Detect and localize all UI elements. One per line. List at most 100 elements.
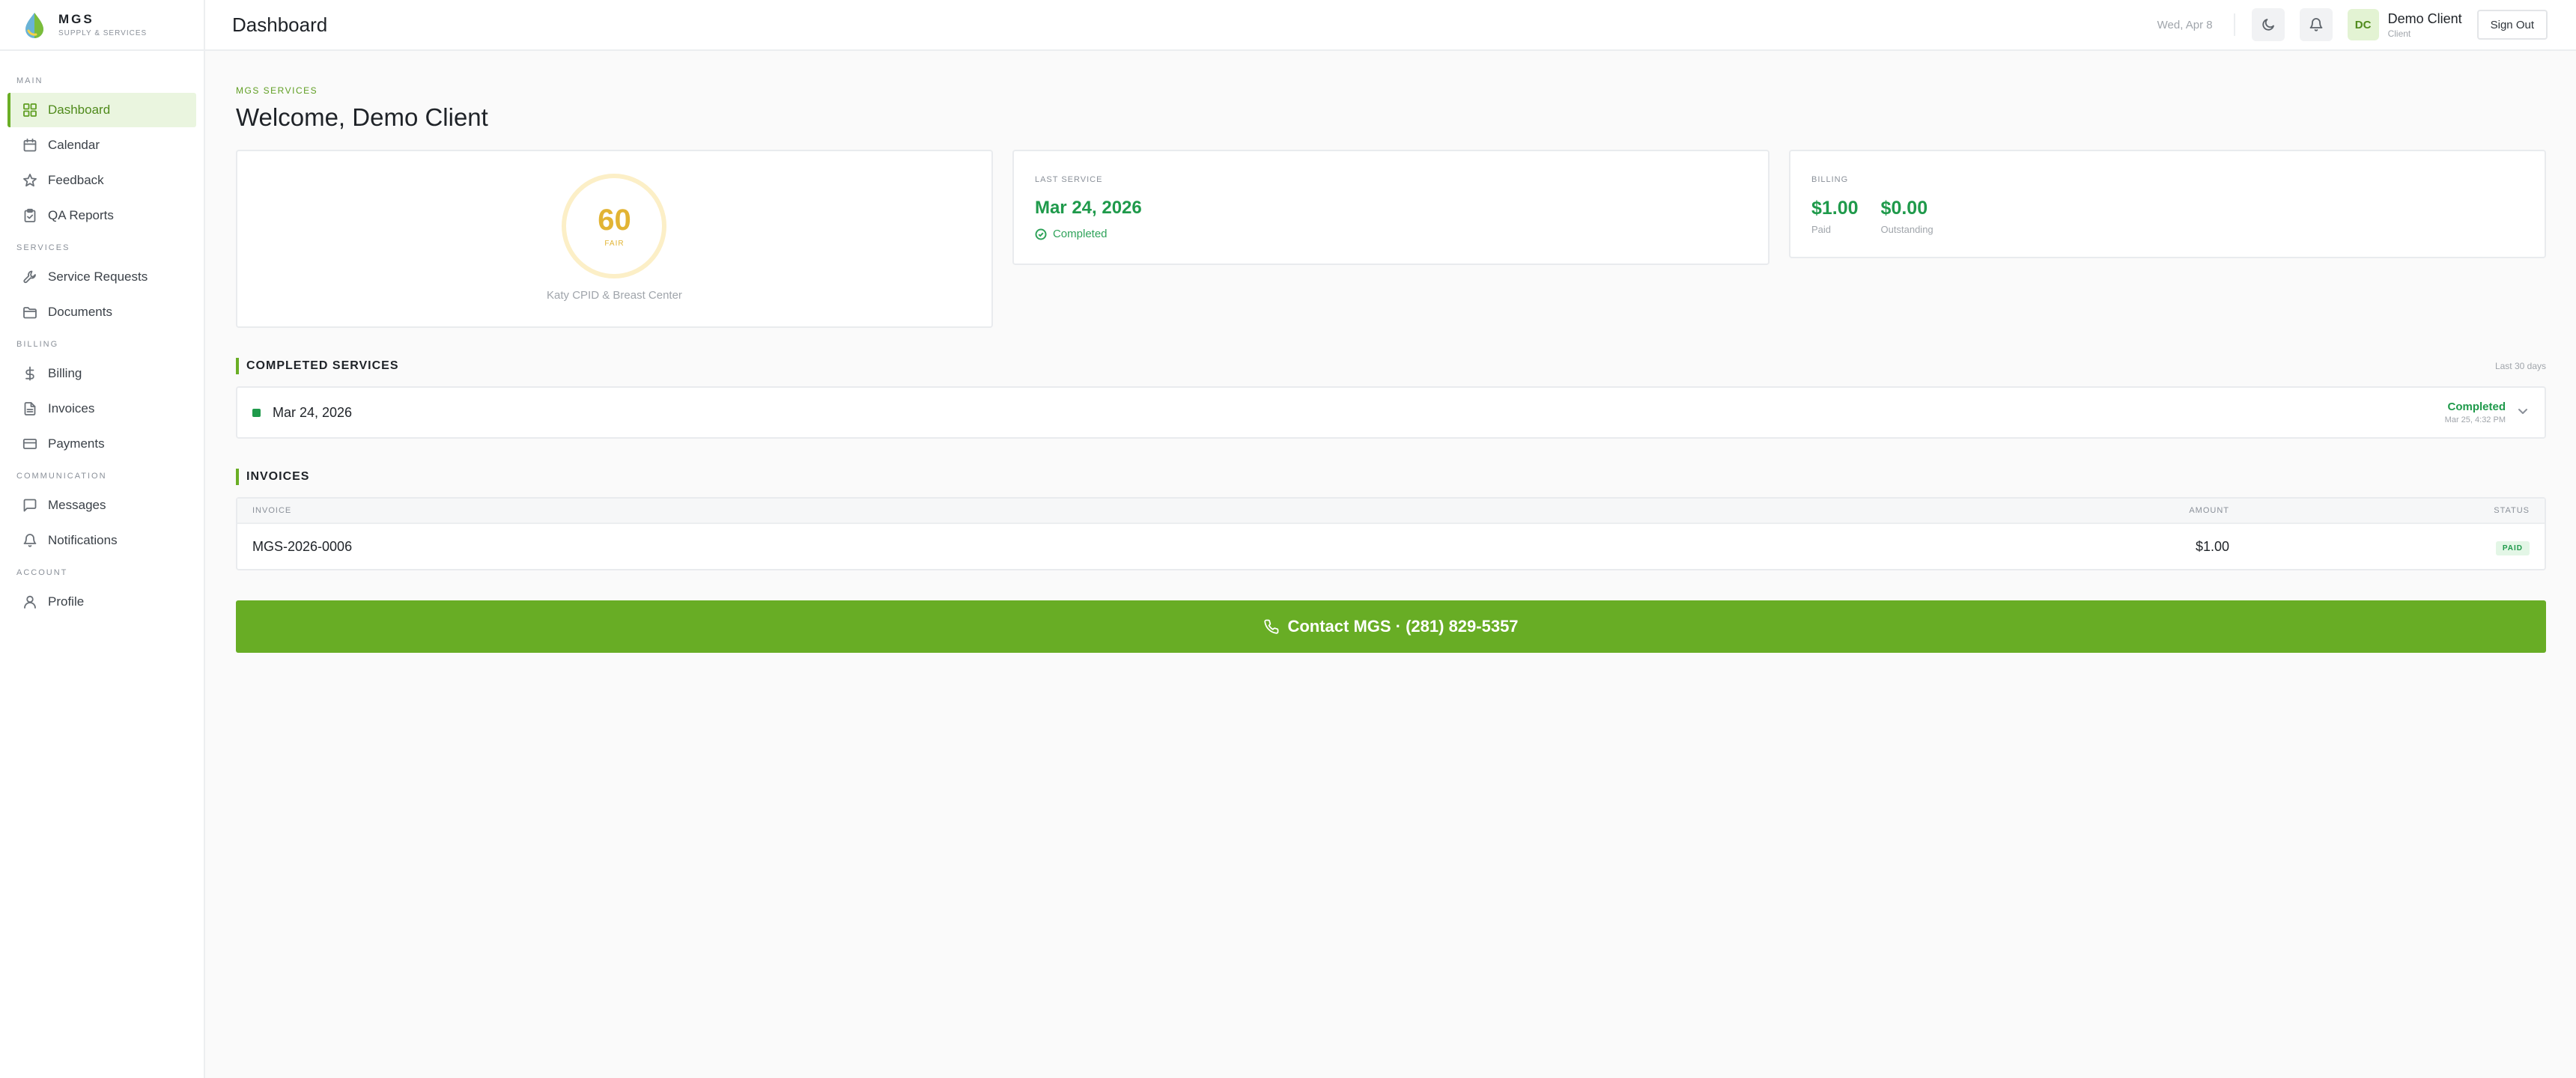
section-eyebrow: MGS SERVICES: [236, 85, 318, 96]
sidebar-item-messages[interactable]: Messages: [7, 488, 196, 523]
nav-section-title: SERVICES: [16, 243, 70, 252]
last-service-card[interactable]: LAST SERVICE Mar 24, 2026 Completed: [1012, 150, 1770, 265]
sign-out-button[interactable]: Sign Out: [2476, 10, 2548, 40]
sidebar-item-notifications[interactable]: Notifications: [7, 523, 196, 558]
last-service-status: Completed: [1035, 228, 1747, 240]
contact-button[interactable]: Contact MGS · (281) 829-5357: [236, 600, 2546, 653]
moon-icon: [2261, 19, 2274, 31]
section-accent-bar: [236, 358, 239, 374]
service-status-block: Completed Mar 25, 4:32 PM: [2445, 401, 2506, 424]
last-service-status-text: Completed: [1052, 228, 1108, 240]
bell-icon: [2309, 18, 2322, 31]
table-row[interactable]: MGS-2026-0006 $1.00 PAID: [237, 524, 2545, 569]
chevron-down-icon[interactable]: [2516, 404, 2530, 421]
section-title: COMPLETED SERVICES: [246, 359, 399, 372]
bell-icon: [22, 533, 37, 548]
brand[interactable]: MGS SUPPLY & SERVICES: [0, 0, 204, 51]
summary-cards: 60 FAIR Katy CPID & Breast Center LAST S…: [236, 150, 2546, 328]
sidebar-item-label: Calendar: [48, 138, 100, 152]
service-row[interactable]: Mar 24, 2026 Completed Mar 25, 4:32 PM: [236, 386, 2546, 439]
sidebar-item-billing[interactable]: Billing: [7, 356, 196, 391]
outstanding-amount: $0.00: [1880, 198, 1928, 219]
billing-values: $1.00 Paid $0.00 Outstanding: [1811, 198, 2524, 235]
calendar-icon: [22, 138, 37, 153]
message-icon: [22, 498, 37, 513]
check-circle-icon: [1035, 228, 1047, 240]
star-icon: [22, 173, 37, 188]
paid-label: Paid: [1811, 224, 1832, 235]
nav-section-communication: COMMUNICATION Messages Notifications: [0, 472, 204, 558]
invoice-amount: $1.00: [2195, 538, 2229, 554]
sidebar-item-label: QA Reports: [48, 208, 114, 222]
user-icon: [22, 594, 37, 609]
nav-section-services: SERVICES Service Requests Documents: [0, 243, 204, 329]
sidebar-item-documents[interactable]: Documents: [7, 295, 196, 329]
nav-section-account: ACCOUNT Profile: [0, 568, 204, 619]
score-card[interactable]: 60 FAIR Katy CPID & Breast Center: [236, 150, 993, 328]
phone-icon: [1264, 619, 1279, 634]
section-note: Last 30 days: [2494, 361, 2546, 371]
droplet-logo-icon: [25, 13, 43, 38]
avatar[interactable]: DC: [2347, 9, 2379, 40]
user-name: Demo Client: [2387, 10, 2462, 26]
sidebar: MGS SUPPLY & SERVICES MAIN Dashboard Cal…: [0, 0, 205, 1078]
nav-section-title: MAIN: [16, 76, 43, 85]
column-header-invoice: INVOICE: [252, 506, 292, 515]
section-accent-bar: [236, 469, 239, 485]
billing-paid: $1.00 Paid: [1811, 198, 1859, 235]
topbar: Dashboard Wed, Apr 8 DC Demo Client Clie…: [205, 0, 2576, 51]
brand-name: MGS: [58, 12, 94, 26]
sidebar-nav: MAIN Dashboard Calendar Feedback QA Repo…: [0, 51, 204, 619]
brand-subtitle: SUPPLY & SERVICES: [58, 29, 148, 37]
sidebar-item-label: Messages: [48, 498, 106, 512]
billing-card[interactable]: BILLING $1.00 Paid $0.00 Outstanding: [1788, 150, 2546, 258]
score-ring: 60 FAIR: [562, 174, 667, 278]
nav-section-title: COMMUNICATION: [16, 472, 107, 481]
invoice-status-cell: PAID: [2229, 538, 2530, 555]
nav-section-title: ACCOUNT: [16, 568, 68, 577]
billing-outstanding: $0.00 Outstanding: [1881, 198, 1933, 235]
sidebar-item-label: Documents: [48, 305, 112, 319]
outstanding-label: Outstanding: [1880, 224, 1933, 235]
sidebar-item-label: Service Requests: [48, 270, 148, 284]
score-site-name: Katy CPID & Breast Center: [547, 289, 682, 302]
sidebar-item-service-requests[interactable]: Service Requests: [7, 260, 196, 294]
wrench-icon: [22, 270, 37, 284]
invoices-table: INVOICE AMOUNT STATUS MGS-2026-0006 $1.0…: [236, 497, 2546, 570]
user-info: Demo Client Client: [2388, 11, 2462, 39]
sidebar-item-label: Profile: [48, 594, 85, 609]
status-dot: [252, 408, 261, 417]
nav-section-title: BILLING: [16, 340, 59, 349]
sidebar-item-qa-reports[interactable]: QA Reports: [7, 198, 196, 233]
sidebar-item-feedback[interactable]: Feedback: [7, 163, 196, 198]
welcome-heading: Welcome, Demo Client: [236, 103, 488, 131]
sidebar-item-payments[interactable]: Payments: [7, 427, 196, 461]
sidebar-item-label: Invoices: [48, 401, 95, 415]
theme-toggle-button[interactable]: [2251, 8, 2285, 41]
nav-section-billing: BILLING Billing Invoices Payments: [0, 340, 204, 461]
sidebar-item-dashboard[interactable]: Dashboard: [7, 93, 196, 127]
sidebar-item-label: Feedback: [48, 173, 104, 187]
invoice-number: MGS-2026-0006: [252, 538, 353, 554]
paid-amount: $1.00: [1811, 198, 1859, 219]
score-label: FAIR: [604, 239, 625, 248]
sidebar-item-label: Notifications: [48, 533, 118, 547]
table-header: INVOICE AMOUNT STATUS: [237, 499, 2545, 524]
user-role: Client: [2387, 28, 2411, 39]
column-header-status: STATUS: [2494, 506, 2530, 515]
completed-services-header: COMPLETED SERVICES Last 30 days: [236, 358, 2546, 374]
sidebar-item-calendar[interactable]: Calendar: [7, 128, 196, 162]
last-service-date: Mar 24, 2026: [1034, 198, 1142, 218]
current-date: Wed, Apr 8: [2157, 18, 2213, 31]
invoices-header: INVOICES: [236, 469, 2546, 485]
sidebar-item-invoices[interactable]: Invoices: [7, 392, 196, 426]
folder-icon: [22, 305, 37, 320]
page-title: Dashboard: [232, 13, 328, 36]
main-content: MGS SERVICES Welcome, Demo Client 60 FAI…: [236, 51, 2546, 653]
dollar-icon: [22, 366, 37, 381]
card-label: BILLING: [1811, 175, 1849, 184]
notifications-button[interactable]: [2299, 8, 2333, 41]
sidebar-item-profile[interactable]: Profile: [7, 585, 196, 619]
topbar-divider: [2233, 13, 2235, 36]
sidebar-item-label: Billing: [48, 366, 82, 380]
